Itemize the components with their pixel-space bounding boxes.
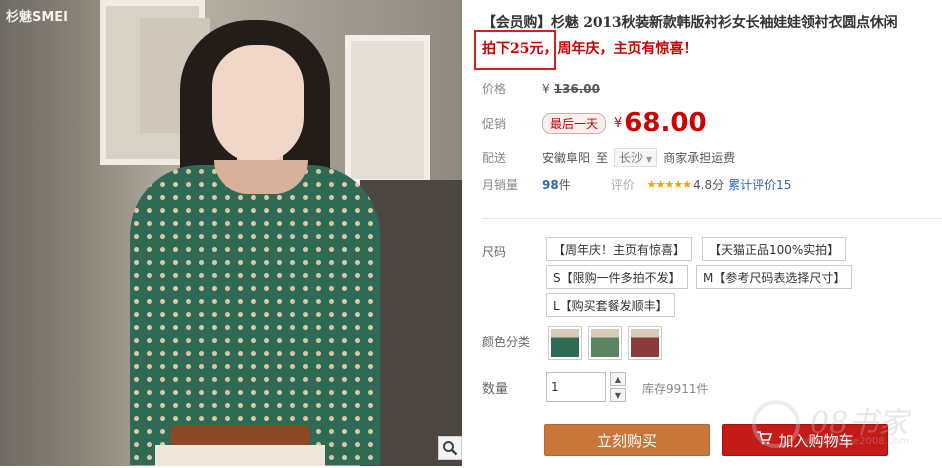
magnifier-icon [443,441,458,456]
color-swatch-image [631,329,659,357]
model-pants [155,445,325,466]
color-swatch[interactable] [628,326,662,360]
brand-logo-text: 杉魅SMEI [6,10,69,25]
star-rating-icon: ★★★★★ [646,178,692,191]
sales-unit: 件 [558,178,571,192]
reviews-link[interactable]: 累计评价15 [728,176,791,193]
model-face [212,45,304,163]
stats-row: 月销量 98 件 评价 ★★★★★ 4.8分 累计评价15 [482,176,791,193]
promo-text: 拍下25元，周年庆，主页有惊喜！ [482,38,697,58]
product-main-image[interactable]: 杉魅SMEI [0,0,462,466]
color-swatch[interactable] [588,326,622,360]
sales-label: 月销量 [482,178,519,192]
list-price-value: 136.00 [553,81,600,96]
rating-label: 评价 [610,178,635,192]
shipping-label: 配送 [482,151,507,165]
model-shirt [130,165,380,465]
chevron-down-icon: ▼ [646,155,653,164]
last-day-badge: 最后一天 [542,112,607,134]
buy-now-button[interactable]: 立刻购买 [544,424,710,456]
sales-count: 98 [542,177,559,192]
rating-score: 4.8分 [693,178,725,192]
shipping-row: 配送 安徽阜阳 至 长沙 ▼ 商家承担运费 [482,148,735,167]
size-option[interactable]: M【参考尺码表选择尺寸】 [696,265,853,289]
add-to-cart-button[interactable]: 加入购物车 [722,424,888,456]
color-swatch-image [551,329,579,357]
color-swatch-image [591,329,619,357]
section-divider [482,218,942,219]
quantity-label: 数量 [482,382,509,397]
zoom-button[interactable] [438,436,462,460]
quantity-input[interactable] [546,372,606,402]
list-price: ¥136.00 [542,82,600,96]
currency-symbol: ¥ [542,81,550,96]
shipping-note: 商家承担运费 [663,151,736,165]
ship-from: 安徽阜阳 [542,151,591,165]
size-option[interactable]: S【限购一件多拍不发】 [546,265,688,289]
color-swatch[interactable] [548,326,582,360]
stock-count: 库存9911件 [642,382,709,396]
cart-icon [756,431,773,449]
promo-price-value: 68.00 [624,108,707,138]
promo-highlight: 拍下25元， [482,41,558,57]
add-to-cart-label: 加入购物车 [778,431,854,450]
size-option[interactable]: 【周年庆！主页有惊喜】 [546,237,693,261]
promo-rest: 周年庆，主页有惊喜！ [557,41,698,57]
currency-symbol: ¥ [614,115,623,131]
quantity-decrease-button[interactable]: ▼ [610,388,626,402]
brand-logo: 杉魅SMEI [6,6,68,25]
color-label: 颜色分类 [482,335,531,349]
promo-price-row: 促销 最后一天 ¥ 68.00 [482,108,707,138]
quantity-increase-button[interactable]: ▲ [610,372,626,386]
product-title: 【会员购】杉魅 2013秋装新款韩版衬衫女长袖娃娃领衬衣圆点休闲 [482,15,898,31]
ship-to-word: 至 [596,151,609,165]
city-select[interactable]: 长沙 ▼ [614,148,658,167]
model-belt [170,425,310,447]
chevron-up-icon: ▲ [614,374,622,384]
city-select-value: 长沙 [619,151,644,165]
size-label: 尺码 [482,245,507,259]
size-option[interactable]: L【购买套餐发顺丰】 [546,293,675,317]
product-info-panel: 【会员购】杉魅 2013秋装新款韩版衬衫女长袖娃娃领衬衣圆点休闲 拍下25元，周… [474,0,942,468]
list-price-row: 价格 ¥136.00 [482,80,600,97]
background-frame [345,35,430,185]
list-price-label: 价格 [482,82,507,96]
buy-now-label: 立刻购买 [596,431,657,450]
chevron-down-icon: ▼ [614,390,622,400]
size-option[interactable]: 【天猫正品100%实拍】 [702,237,847,261]
promo-price-label: 促销 [482,116,507,131]
